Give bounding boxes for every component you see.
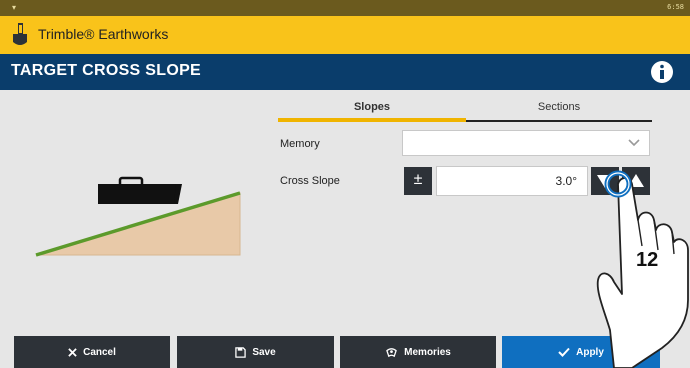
- tab-bar: Slopes Sections: [278, 96, 652, 124]
- step-number: 12: [636, 249, 658, 271]
- memories-label: Memories: [404, 346, 451, 358]
- chevron-down-icon: [628, 139, 640, 147]
- info-icon[interactable]: [650, 60, 674, 84]
- shovel-logo-icon: [13, 23, 27, 45]
- cross-slope-input[interactable]: 3.0°: [436, 166, 588, 196]
- close-icon: [68, 347, 77, 357]
- blade-icon: [98, 176, 182, 204]
- cancel-button[interactable]: Cancel: [14, 336, 170, 368]
- save-button[interactable]: Save: [177, 336, 334, 368]
- cross-slope-label: Cross Slope: [280, 175, 340, 187]
- slope-diagram: [35, 176, 241, 257]
- pointing-hand-icon: 12: [596, 170, 689, 368]
- page-title: TARGET CROSS SLOPE: [11, 62, 202, 79]
- check-icon: [558, 347, 570, 357]
- cancel-label: Cancel: [83, 346, 116, 358]
- memories-button[interactable]: Memories: [340, 336, 496, 368]
- system-status-bar: ▾ 6:58: [0, 0, 690, 16]
- app-title: Trimble® Earthworks: [38, 26, 169, 42]
- tab-active-indicator: [278, 118, 466, 122]
- status-left-icon: ▾: [12, 3, 17, 12]
- save-label: Save: [252, 346, 276, 358]
- app-bar: Trimble® Earthworks: [0, 16, 690, 54]
- page-title-bar: TARGET CROSS SLOPE: [0, 54, 690, 90]
- status-time: 6:58: [667, 3, 684, 11]
- memory-label: Memory: [280, 138, 320, 150]
- memories-icon: [386, 347, 397, 357]
- memory-select[interactable]: [402, 130, 650, 156]
- save-icon: [235, 346, 247, 358]
- plus-minus-button[interactable]: ±: [404, 167, 432, 195]
